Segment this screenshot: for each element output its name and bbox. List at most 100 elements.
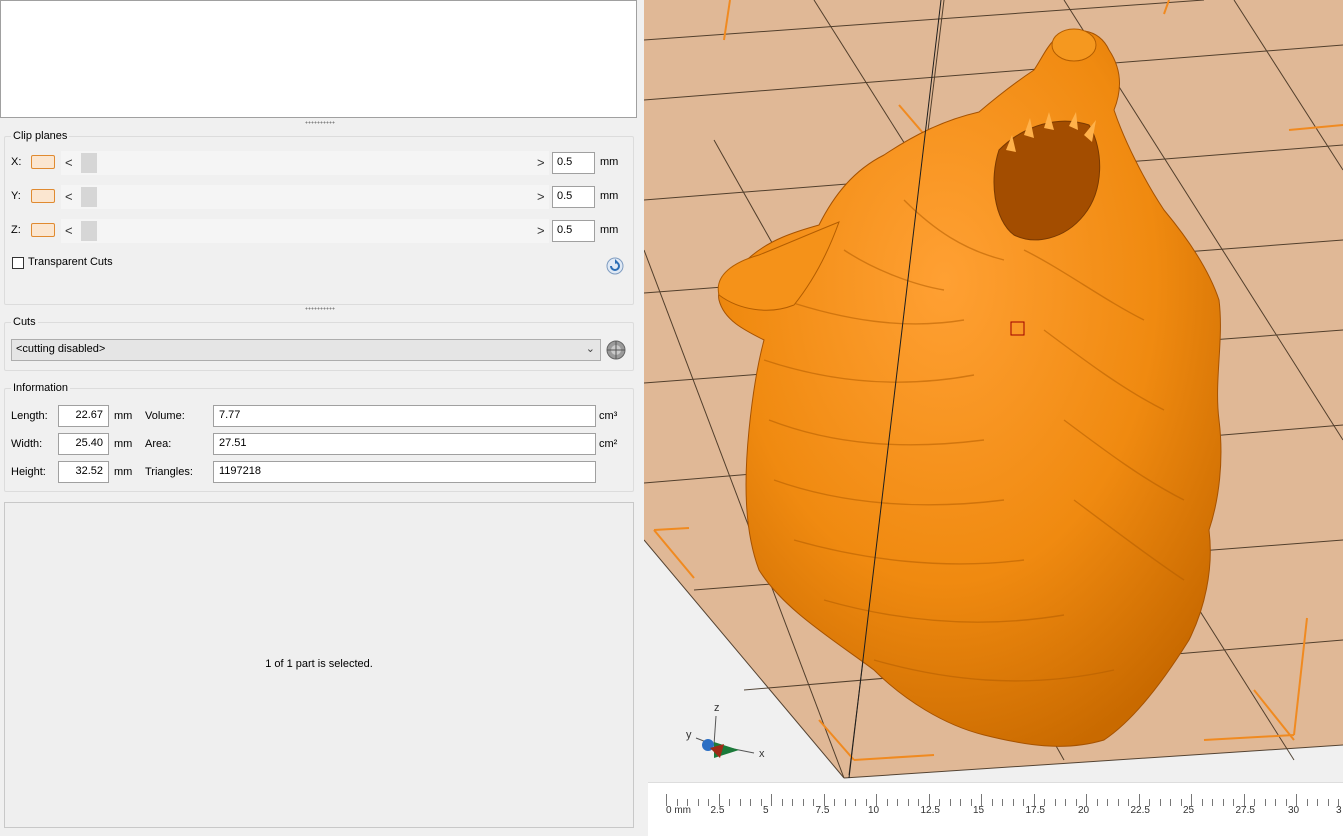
cuts-group: Cuts <cutting disabled> ⌄ <box>4 316 634 371</box>
ruler-minor-tick <box>697 799 699 806</box>
object-list-area[interactable] <box>0 0 637 118</box>
triangles-label: Triangles: <box>145 466 193 478</box>
splitter-grip-middle[interactable] <box>305 307 335 310</box>
height-value: 32.52 <box>58 461 109 483</box>
clip-planes-group: Clip planes X: < > 0.5 mm Y: < > 0.5 mm <box>4 130 634 305</box>
ruler-minor-tick <box>834 799 835 806</box>
clip-x-value-input[interactable]: 0.5 <box>552 152 595 174</box>
clip-x-unit: mm <box>600 156 619 168</box>
ruler-tick-label: 15 <box>973 805 985 816</box>
ruler-minor-tick <box>1054 799 1056 806</box>
ruler-tick-label: 17.5 <box>1025 805 1045 816</box>
volume-label: Volume: <box>145 410 185 422</box>
ruler-minor-tick <box>760 799 762 806</box>
clip-y-label: Y: <box>11 190 21 202</box>
ruler-minor-tick <box>1159 799 1161 806</box>
ruler-minor-tick <box>1107 799 1108 806</box>
axis-x-label: x <box>759 748 765 760</box>
3d-viewport[interactable]: z y x <box>644 0 1343 835</box>
transparent-cuts-checkbox[interactable] <box>12 257 24 269</box>
clip-y-slider-thumb[interactable] <box>81 187 97 207</box>
clip-y-value-input[interactable]: 0.5 <box>552 186 595 208</box>
clip-y-color-swatch[interactable] <box>31 189 55 203</box>
ruler-minor-tick <box>1096 799 1098 806</box>
clip-y-left-arrow-icon[interactable]: < <box>65 189 73 204</box>
clip-row-y: Y: < > 0.5 mm <box>5 185 630 209</box>
area-unit: cm² <box>599 438 618 450</box>
volume-value: 7.77 <box>213 405 596 427</box>
build-plate-scene: z y x <box>644 0 1343 835</box>
ruler-minor-tick <box>750 799 751 806</box>
ruler-minor-tick <box>708 799 709 806</box>
clip-y-right-arrow-icon[interactable]: > <box>537 189 545 204</box>
ruler-minor-tick <box>1201 799 1203 806</box>
clip-z-right-arrow-icon[interactable]: > <box>537 223 545 238</box>
ruler-minor-tick <box>1222 799 1224 806</box>
ruler-minor-tick <box>1285 799 1287 806</box>
clip-z-unit: mm <box>600 224 619 236</box>
ruler-minor-tick <box>1264 799 1266 806</box>
ruler-minor-tick <box>949 799 951 806</box>
ruler-minor-tick <box>865 799 867 806</box>
ruler-minor-tick <box>1275 799 1276 806</box>
ruler-minor-tick <box>844 799 846 806</box>
length-unit: mm <box>114 410 133 422</box>
area-value: 27.51 <box>213 433 596 455</box>
ruler-minor-tick <box>1327 799 1329 806</box>
clip-x-slider-thumb[interactable] <box>81 153 97 173</box>
ruler-tick-label: 3 <box>1336 805 1342 816</box>
ruler-tick-label: 20 <box>1078 805 1090 816</box>
height-label: Height: <box>11 466 46 478</box>
clip-z-color-swatch[interactable] <box>31 223 55 237</box>
ruler-minor-tick <box>781 799 783 806</box>
ruler-minor-tick <box>897 799 898 806</box>
height-unit: mm <box>114 466 133 478</box>
ruler-tick-label: 27.5 <box>1235 805 1255 816</box>
clip-planes-title: Clip planes <box>11 130 70 142</box>
ruler-minor-tick <box>1075 799 1077 806</box>
ruler-minor-tick <box>960 799 961 806</box>
cuts-title: Cuts <box>11 316 38 328</box>
ruler-tick-label: 7.5 <box>815 805 830 816</box>
cuts-select[interactable]: <cutting disabled> ⌄ <box>11 339 601 361</box>
splitter-grip-top[interactable] <box>305 121 335 124</box>
ruler-minor-tick <box>1306 799 1308 806</box>
ruler-minor-tick <box>792 799 793 806</box>
clip-x-slider[interactable]: < > <box>61 151 549 175</box>
clip-z-left-arrow-icon[interactable]: < <box>65 223 73 238</box>
clip-x-left-arrow-icon[interactable]: < <box>65 155 73 170</box>
ruler-minor-tick <box>970 799 972 806</box>
panel-splitter[interactable] <box>637 0 643 835</box>
ruler-minor-tick <box>1002 799 1003 806</box>
clip-x-color-swatch[interactable] <box>31 155 55 169</box>
clip-z-value-input[interactable]: 0.5 <box>552 220 595 242</box>
wolf-nose <box>1051 28 1097 62</box>
ruler-minor-tick <box>886 799 888 806</box>
width-label: Width: <box>11 438 43 450</box>
ruler-minor-tick <box>739 799 741 806</box>
width-value: 25.40 <box>58 433 109 455</box>
transparent-cuts-label[interactable]: Transparent Cuts <box>28 256 113 268</box>
clip-z-slider[interactable]: < > <box>61 219 549 243</box>
ruler-minor-tick <box>1180 799 1182 806</box>
volume-unit: cm³ <box>599 410 618 422</box>
ruler-minor-tick <box>991 799 993 806</box>
reset-clip-icon[interactable] <box>606 257 624 275</box>
ruler-minor-tick <box>1012 799 1014 806</box>
ruler-tick-label: 0 mm <box>666 805 691 816</box>
clip-x-label: X: <box>11 156 22 168</box>
ruler-tick-label: 12.5 <box>920 805 940 816</box>
ruler-minor-tick <box>855 799 856 806</box>
clip-z-slider-thumb[interactable] <box>81 221 97 241</box>
ruler-minor-tick <box>802 799 804 806</box>
selection-panel: 1 of 1 part is selected. <box>4 502 634 828</box>
information-title: Information <box>11 382 71 394</box>
clip-y-slider[interactable]: < > <box>61 185 549 209</box>
width-unit: mm <box>114 438 133 450</box>
ruler-tick-label: 22.5 <box>1130 805 1150 816</box>
length-label: Length: <box>11 410 48 422</box>
cut-tool-icon[interactable] <box>604 338 628 362</box>
clip-x-right-arrow-icon[interactable]: > <box>537 155 545 170</box>
left-panel: Clip planes X: < > 0.5 mm Y: < > 0.5 mm <box>0 0 642 835</box>
ruler-minor-tick <box>1170 799 1171 806</box>
